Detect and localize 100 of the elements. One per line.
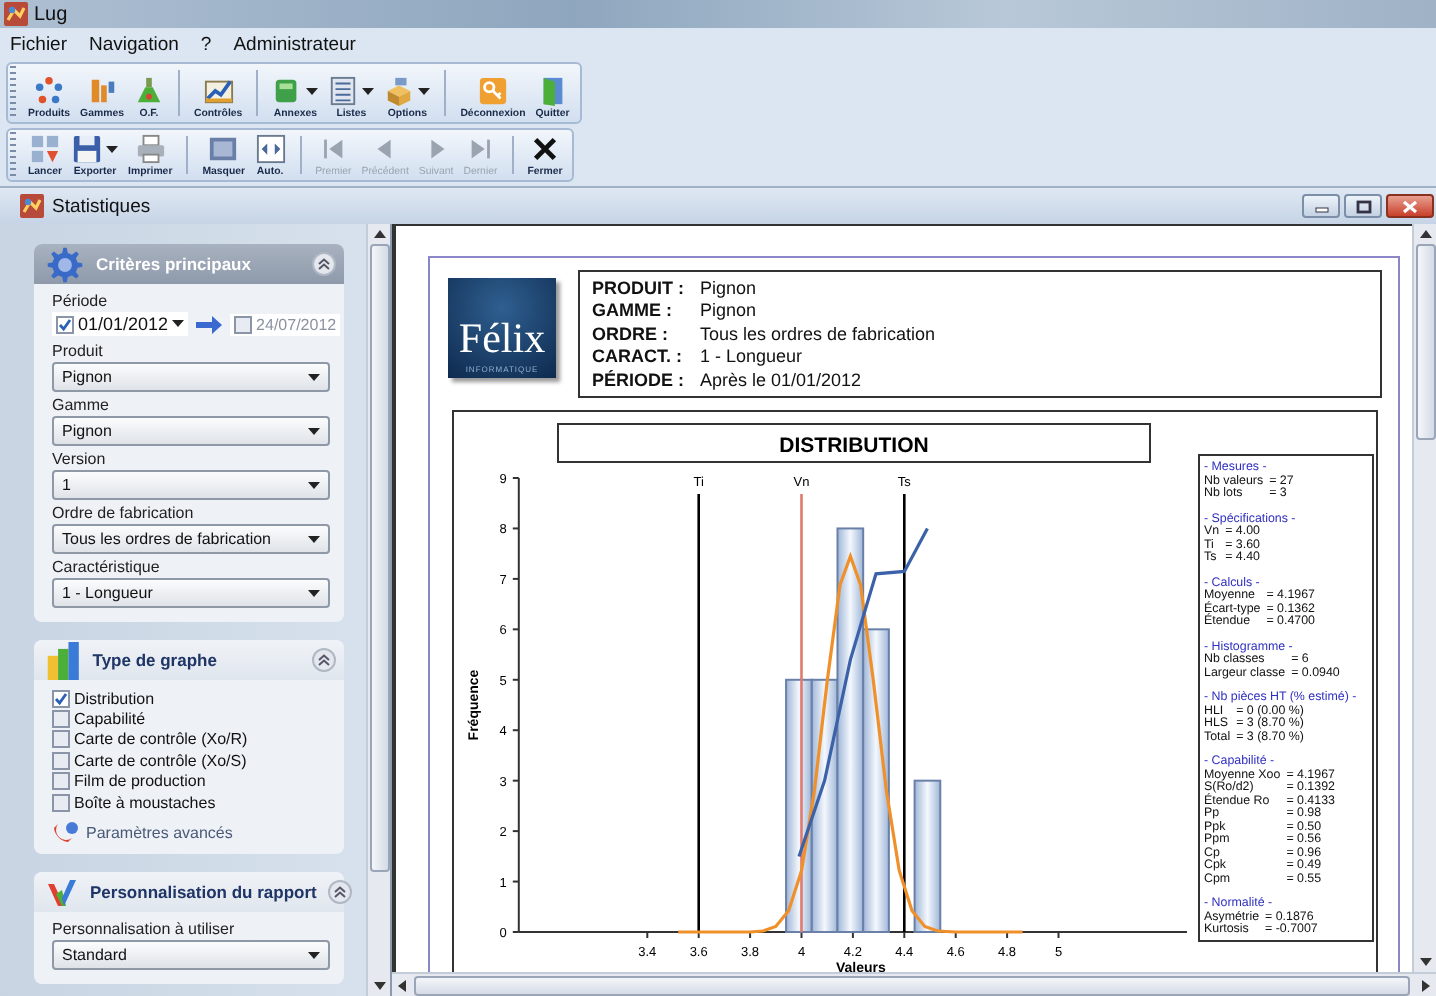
panel-title: Personnalisation du rapport <box>90 882 317 903</box>
close-button[interactable] <box>1386 194 1434 218</box>
toolbar-grip[interactable] <box>10 66 16 120</box>
bars-icon <box>87 76 117 106</box>
header-label: GAMME : <box>592 300 674 324</box>
checkbox-label[interactable]: Carte de contrôle (Xo/R) <box>74 730 248 749</box>
date-value: 01/01/2012 <box>78 314 169 334</box>
ring-icon <box>34 76 65 106</box>
logo-text: Félix <box>458 312 546 364</box>
checkbox-label[interactable]: Capabilité <box>74 710 146 729</box>
caret-icon <box>362 87 375 95</box>
list-icon <box>328 76 359 106</box>
menu-item[interactable]: Fichier <box>10 33 68 55</box>
scroll-up-icon <box>1419 230 1431 238</box>
arrows-icon <box>255 134 286 164</box>
window-title: Lug <box>34 3 68 25</box>
scroll-right-icon <box>1422 979 1430 991</box>
box-icon <box>384 76 415 106</box>
app-icon <box>20 194 44 218</box>
caret-icon <box>308 427 320 435</box>
checkbox-label[interactable]: Boîte à moustaches <box>74 793 216 812</box>
scroll-up-icon <box>373 230 385 238</box>
caret-icon <box>106 145 119 153</box>
floppy-icon <box>72 134 103 164</box>
field-label: Ordre de fabrication <box>52 504 196 522</box>
field-label: Version <box>52 450 108 468</box>
collapse-button[interactable] <box>312 648 336 672</box>
checkbox[interactable] <box>52 751 70 770</box>
restore-button[interactable] <box>1344 194 1382 218</box>
header-value: Tous les ordres de fabrication <box>700 323 936 347</box>
dropdown[interactable]: Standard <box>52 940 330 971</box>
caret-icon <box>418 87 431 95</box>
checkbox[interactable] <box>52 730 70 749</box>
dropdown[interactable]: Tous les ordres de fabrication <box>52 524 330 554</box>
chart-icon <box>203 76 234 106</box>
color-chart-icon <box>46 877 78 908</box>
date-picker[interactable]: 01/01/2012 <box>52 312 189 336</box>
checkbox[interactable] <box>234 315 253 333</box>
field-label: Caractéristique <box>52 558 162 576</box>
advanced-settings-link[interactable]: Paramètres avancés <box>86 823 233 842</box>
panel-title: Critères principaux <box>96 254 253 274</box>
scroll-down-icon <box>373 982 385 990</box>
toolbar-grip[interactable] <box>10 132 16 178</box>
caret-icon <box>308 589 320 597</box>
field-label: Produit <box>52 342 105 360</box>
scrollbar-thumb[interactable] <box>369 244 389 872</box>
caret-icon <box>172 320 185 328</box>
bar-chart-icon <box>46 641 81 679</box>
scroll-left-icon <box>398 979 406 991</box>
dropdown[interactable]: 1 - Longueur <box>52 578 330 608</box>
panel-header[interactable]: Type de graphe <box>34 640 344 680</box>
scrollbar[interactable] <box>392 972 1436 996</box>
header-label: CARACT. : <box>592 346 684 370</box>
checkbox-label[interactable]: Film de production <box>74 772 206 791</box>
menu-item[interactable]: Navigation <box>89 33 179 55</box>
caret-icon <box>308 951 320 960</box>
close-icon <box>1402 199 1418 213</box>
field-label: Gamme <box>52 396 111 414</box>
header-value: Pignon <box>700 300 759 324</box>
checkbox[interactable] <box>52 793 70 812</box>
checkbox[interactable] <box>52 710 70 729</box>
collapse-button[interactable] <box>312 252 336 276</box>
scrollbar-thumb[interactable] <box>414 975 1410 995</box>
field-label: Personnalisation à utiliser <box>52 920 237 939</box>
key-icon <box>477 76 508 106</box>
header-value: Pignon <box>700 278 759 301</box>
caret-icon <box>308 535 320 543</box>
collapse-button[interactable] <box>328 880 353 905</box>
menu-item[interactable]: ? <box>200 33 212 55</box>
close-icon <box>530 134 561 164</box>
arrow-right-icon <box>196 315 223 333</box>
menu-item[interactable]: Administrateur <box>233 33 356 55</box>
field-label: Période <box>52 292 110 310</box>
checkbox[interactable] <box>52 689 70 708</box>
minimize-button[interactable] <box>1302 194 1340 218</box>
caret-icon <box>308 373 320 381</box>
checkbox[interactable] <box>56 315 74 333</box>
document-title: Statistiques <box>52 195 151 217</box>
app-icon <box>4 2 28 26</box>
header-label: ORDRE : <box>592 323 670 347</box>
panel-icon <box>208 134 239 164</box>
checkbox-label[interactable]: Distribution <box>74 689 155 708</box>
scrollbar-thumb[interactable] <box>1415 244 1435 440</box>
flask-icon <box>133 76 164 106</box>
dropdown[interactable]: Pignon <box>52 416 330 446</box>
header-label: PÉRIODE : <box>592 369 687 393</box>
header-value: 1 - Longueur <box>700 346 805 370</box>
chart-title: DISTRIBUTION <box>779 434 929 459</box>
restore-icon <box>1355 199 1371 213</box>
dropdown[interactable]: 1 <box>52 470 330 500</box>
header-label: PRODUIT : <box>592 278 686 301</box>
checkbox-label[interactable]: Carte de contrôle (Xo/S) <box>74 751 247 770</box>
dropdown[interactable]: Pignon <box>52 362 330 392</box>
grid-icon <box>30 134 60 164</box>
scrollbar[interactable] <box>1412 224 1436 972</box>
panel-title: Type de graphe <box>92 650 219 670</box>
header-value: Après le 01/01/2012 <box>700 369 864 393</box>
scrollbar[interactable] <box>366 224 390 996</box>
gear-icon <box>46 245 84 283</box>
checkbox[interactable] <box>52 772 70 791</box>
